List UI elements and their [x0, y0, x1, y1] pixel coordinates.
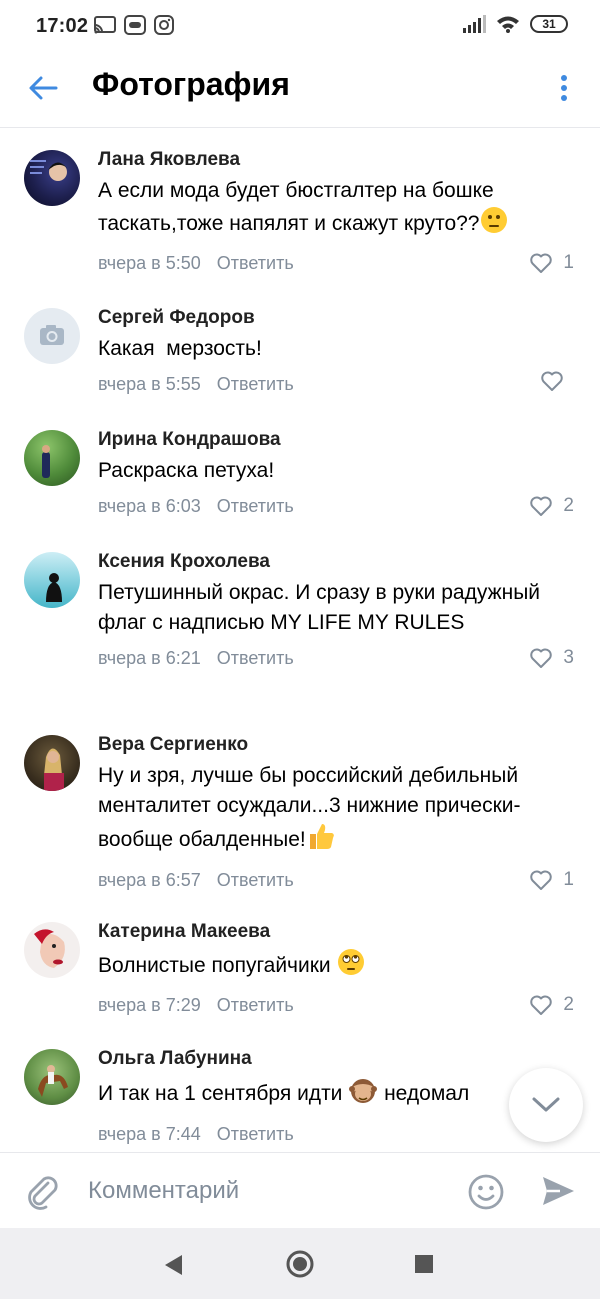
- avatar[interactable]: [24, 552, 80, 608]
- like-count: 2: [563, 994, 574, 1015]
- comment-time: вчера в 5:55: [98, 374, 201, 394]
- scroll-down-button[interactable]: [509, 1068, 583, 1142]
- wifi-icon: [497, 16, 519, 33]
- comment-meta: вчера в 6:21 Ответить 3: [98, 644, 580, 672]
- comment-author[interactable]: Лана Яковлева: [98, 148, 580, 172]
- reply-button[interactable]: Ответить: [217, 253, 294, 273]
- battery-level: 31: [542, 17, 556, 31]
- comment-time: вчера в 5:50: [98, 253, 201, 273]
- like-count: 1: [563, 252, 574, 273]
- nav-recent-apps-icon[interactable]: [415, 1255, 433, 1273]
- cast-icon: [94, 16, 116, 34]
- comment-text: Ну и зря, лучше бы российский дебильный …: [98, 761, 580, 860]
- send-icon[interactable]: [540, 1173, 576, 1209]
- like-count: 3: [563, 647, 574, 668]
- like-button[interactable]: 2: [529, 991, 574, 1019]
- comment-body: Катерина Макеева Волнистые попугайчики в…: [98, 920, 580, 1019]
- signal-icon: [463, 15, 486, 33]
- comment-time: вчера в 7:29: [98, 995, 201, 1015]
- instagram-icon: [154, 15, 174, 35]
- comment-text-content: И так на 1 сентября идти: [98, 1082, 349, 1106]
- like-button[interactable]: 1: [529, 249, 574, 277]
- status-time: 17:02: [36, 15, 89, 37]
- like-count: 1: [563, 869, 574, 890]
- camera-placeholder-icon: [40, 325, 64, 345]
- nav-back-icon[interactable]: [162, 1253, 184, 1277]
- heart-icon: [530, 995, 553, 1015]
- comment-text-content: А если мода будет бюстгалтер на бошке та…: [98, 179, 500, 236]
- comment-text: Петушинный окрас. И сразу в руки радужны…: [98, 581, 546, 634]
- comment-author[interactable]: Ирина Кондрашова: [98, 428, 580, 452]
- status-icons-right: 31: [462, 15, 568, 33]
- see-no-evil-monkey-icon: [348, 1075, 378, 1114]
- avatar[interactable]: [24, 735, 80, 791]
- comment-time: вчера в 7:44: [98, 1124, 201, 1144]
- like-button[interactable]: 3: [529, 644, 574, 672]
- reply-button[interactable]: Ответить: [217, 496, 294, 516]
- battery-indicator: 31: [530, 15, 568, 33]
- comment-meta: вчера в 6:03 Ответить 2: [98, 492, 580, 520]
- comment-text: Какая мерзость!: [98, 337, 262, 360]
- reply-button[interactable]: Ответить: [217, 995, 294, 1015]
- avatar[interactable]: [24, 308, 80, 364]
- like-count: 2: [563, 495, 574, 516]
- comment-body: Ирина Кондрашова Раскраска петуха! вчера…: [98, 428, 580, 520]
- avatar[interactable]: [24, 922, 80, 978]
- reply-button[interactable]: Ответить: [217, 870, 294, 890]
- comment-author[interactable]: Ольга Лабунина: [98, 1047, 600, 1071]
- reply-button[interactable]: Ответить: [217, 374, 294, 394]
- comment-meta: вчера в 7:29 Ответить 2: [98, 991, 580, 1019]
- heart-icon: [541, 371, 563, 391]
- neutral-face-icon: [480, 206, 508, 243]
- eye-roll-face-icon: [337, 948, 365, 985]
- heart-icon: [530, 648, 553, 668]
- comment-meta: вчера в 5:55 Ответить: [98, 370, 580, 398]
- heart-icon: [530, 496, 553, 516]
- comment-meta: вчера в 5:50 Ответить 1: [98, 249, 580, 277]
- reply-button[interactable]: Ответить: [217, 1124, 294, 1144]
- status-bar: 17:02 31: [0, 0, 600, 52]
- comment-body: Лана Яковлева А если мода будет бюстгалт…: [98, 148, 580, 277]
- status-icons-left: [94, 15, 174, 35]
- thumbs-up-icon: [306, 821, 336, 860]
- comment-body: Вера Сергиенко Ну и зря, лучше бы россий…: [98, 733, 580, 894]
- comment-text: А если мода будет бюстгалтер на бошке та…: [98, 176, 580, 243]
- heart-icon: [530, 253, 553, 273]
- comment-text-tail: недомал: [378, 1082, 470, 1106]
- comments-list[interactable]: Лана Яковлева А если мода будет бюстгалт…: [0, 128, 600, 1152]
- nav-home-icon[interactable]: [285, 1249, 315, 1279]
- comment-author[interactable]: Сергей Федоров: [98, 306, 580, 330]
- smile-icon[interactable]: [467, 1173, 505, 1211]
- comment-composer: [0, 1152, 600, 1228]
- comment-time: вчера в 6:21: [98, 648, 201, 668]
- comment-time: вчера в 6:03: [98, 496, 201, 516]
- comment-body: Ксения Крохолева Петушинный окрас. И сра…: [98, 550, 580, 672]
- comment-text: Раскраска петуха!: [98, 459, 275, 482]
- comment-author[interactable]: Вера Сергиенко: [98, 733, 580, 757]
- comment-text: Волнистые попугайчики: [98, 948, 580, 985]
- more-vertical-icon[interactable]: [556, 70, 572, 106]
- system-nav-bar: [0, 1228, 600, 1299]
- like-button[interactable]: 2: [529, 492, 574, 520]
- comment-text-content: Волнистые попугайчики: [98, 954, 337, 978]
- comment-meta: вчера в 6:57 Ответить 1: [98, 866, 580, 894]
- like-button[interactable]: [540, 370, 574, 392]
- page-title: Фотография: [92, 66, 290, 102]
- comment-time: вчера в 6:57: [98, 870, 201, 890]
- message-icon: [124, 15, 146, 35]
- comment-author[interactable]: Катерина Макеева: [98, 920, 580, 944]
- back-arrow-icon[interactable]: [26, 70, 62, 106]
- avatar[interactable]: [24, 1049, 80, 1105]
- avatar[interactable]: [24, 430, 80, 486]
- like-button[interactable]: 1: [529, 866, 574, 894]
- avatar[interactable]: [24, 150, 80, 206]
- comment-author[interactable]: Ксения Крохолева: [98, 550, 580, 574]
- paperclip-icon[interactable]: [24, 1173, 62, 1211]
- comment-input[interactable]: [88, 1171, 448, 1211]
- heart-icon: [530, 870, 553, 890]
- chevron-down-icon: [532, 1097, 560, 1112]
- reply-button[interactable]: Ответить: [217, 648, 294, 668]
- app-bar: Фотография: [0, 52, 600, 128]
- comment-body: Сергей Федоров Какая мерзость! вчера в 5…: [98, 306, 580, 398]
